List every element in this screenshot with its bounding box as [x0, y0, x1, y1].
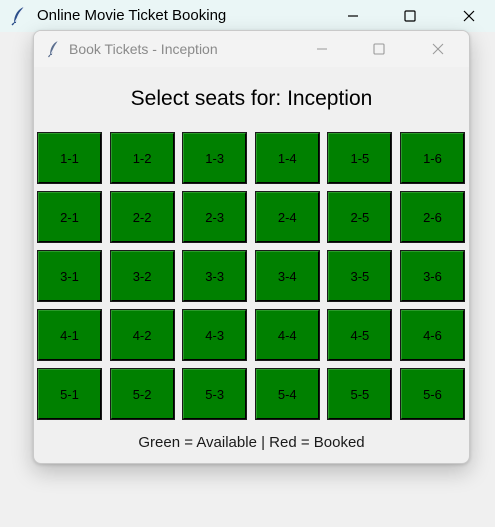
seat-button-3-5[interactable]: 3-5	[327, 250, 393, 302]
feather-icon	[10, 6, 28, 26]
dialog-minimize-button[interactable]	[300, 31, 344, 67]
seat-button-4-4[interactable]: 4-4	[254, 309, 320, 361]
seat-grid: 1-1 1-2 1-3 1-4 1-5 1-6 2-1 2-2 2-3 2-4 2-5 2-6 3-1 3…	[37, 132, 467, 420]
close-button[interactable]	[446, 0, 492, 32]
seat-button-4-6[interactable]: 4-6	[399, 309, 465, 361]
seat-button-2-2[interactable]: 2-2	[109, 191, 175, 243]
seat-button-3-6[interactable]: 3-6	[399, 250, 465, 302]
seat-button-2-5[interactable]: 2-5	[327, 191, 393, 243]
main-titlebar: Online Movie Ticket Booking	[0, 0, 495, 32]
seat-button-5-6[interactable]: 5-6	[399, 368, 465, 420]
seat-button-3-1[interactable]: 3-1	[37, 250, 102, 302]
dialog-close-button[interactable]	[416, 31, 460, 67]
dialog-titlebar: Book Tickets - Inception	[34, 31, 469, 67]
seat-button-5-1[interactable]: 5-1	[37, 368, 102, 420]
seat-button-2-4[interactable]: 2-4	[254, 191, 320, 243]
seat-button-4-3[interactable]: 4-3	[182, 309, 248, 361]
minimize-icon	[348, 15, 358, 17]
dialog-maximize-button[interactable]	[357, 31, 401, 67]
book-tickets-dialog: Book Tickets - Inception Select seats fo…	[33, 30, 470, 464]
minimize-button[interactable]	[330, 0, 376, 32]
page-title: Select seats for: Inception	[130, 87, 373, 110]
seat-button-3-4[interactable]: 3-4	[254, 250, 320, 302]
seat-button-4-2[interactable]: 4-2	[109, 309, 175, 361]
minimize-icon	[317, 48, 327, 50]
seat-button-2-3[interactable]: 2-3	[182, 191, 248, 243]
seat-button-2-6[interactable]: 2-6	[399, 191, 465, 243]
seat-button-1-1[interactable]: 1-1	[37, 132, 102, 184]
seat-button-3-2[interactable]: 3-2	[109, 250, 175, 302]
maximize-icon	[404, 10, 416, 22]
seat-button-4-5[interactable]: 4-5	[327, 309, 393, 361]
feather-icon	[47, 40, 61, 58]
seat-button-2-1[interactable]: 2-1	[37, 191, 102, 243]
seat-button-5-2[interactable]: 5-2	[109, 368, 175, 420]
close-icon	[432, 43, 444, 55]
close-icon	[463, 10, 475, 22]
seat-button-1-6[interactable]: 1-6	[399, 132, 465, 184]
maximize-icon	[373, 43, 385, 55]
seat-button-3-3[interactable]: 3-3	[182, 250, 248, 302]
maximize-button[interactable]	[387, 0, 433, 32]
seat-button-5-5[interactable]: 5-5	[327, 368, 393, 420]
seat-button-1-2[interactable]: 1-2	[109, 132, 175, 184]
seat-button-5-3[interactable]: 5-3	[182, 368, 248, 420]
seat-legend: Green = Available | Red = Booked	[138, 434, 365, 451]
dialog-title: Book Tickets - Inception	[69, 41, 218, 57]
seat-button-1-4[interactable]: 1-4	[254, 132, 320, 184]
main-window-title: Online Movie Ticket Booking	[37, 7, 227, 24]
seat-button-1-5[interactable]: 1-5	[327, 132, 393, 184]
seat-button-1-3[interactable]: 1-3	[182, 132, 248, 184]
seat-button-4-1[interactable]: 4-1	[37, 309, 102, 361]
seat-button-5-4[interactable]: 5-4	[254, 368, 320, 420]
